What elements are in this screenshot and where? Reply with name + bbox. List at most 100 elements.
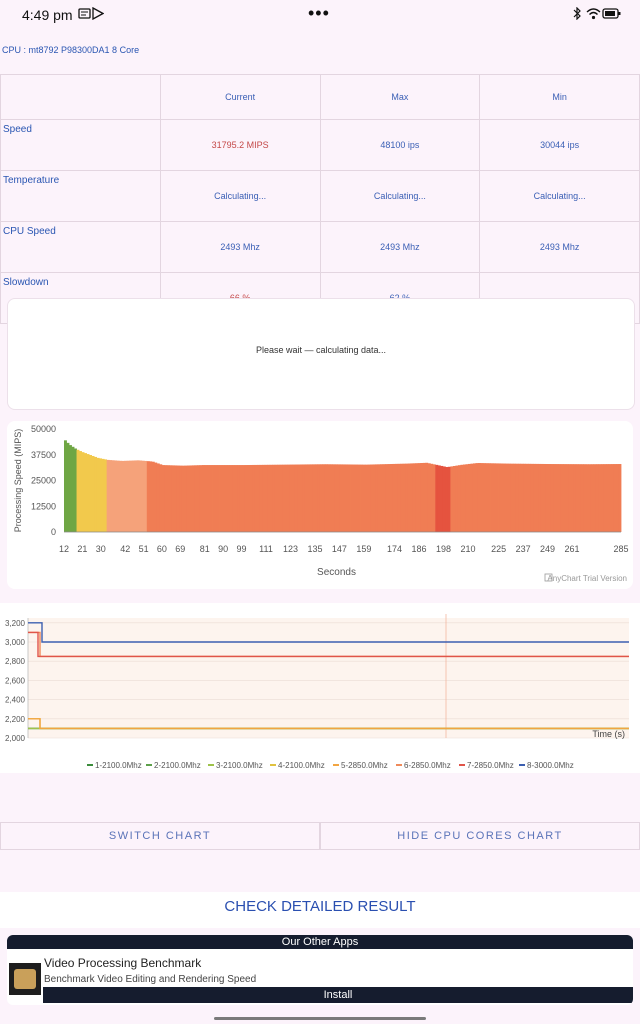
speed-bar	[618, 464, 622, 532]
cpu-speed-current: 2493 Mhz	[159, 221, 321, 273]
speed-bar	[355, 464, 358, 532]
ad-banner[interactable]: Our Other Apps Video Processing Benchmar…	[7, 935, 633, 1005]
speed-bar	[500, 463, 504, 532]
speed-bar	[277, 464, 281, 532]
x-tick-label: 99	[236, 544, 246, 554]
legend-item: 5-2850.0Mhz	[333, 761, 388, 770]
speed-bar	[199, 465, 203, 532]
legend-item: 7-2850.0Mhz	[459, 761, 514, 770]
speed-bar	[274, 464, 278, 532]
header-min: Min	[479, 74, 640, 120]
speed-bar	[84, 453, 87, 532]
status-time: 4:49 pm	[22, 7, 73, 23]
speed-bar	[287, 464, 291, 532]
speed-bar	[66, 442, 70, 532]
y-tick-label: 12500	[31, 501, 56, 511]
speed-bar	[294, 464, 298, 532]
speed-bar	[563, 464, 567, 532]
speed-bar	[425, 462, 429, 532]
x-tick-label: 174	[387, 544, 402, 554]
x-tick-label: 135	[307, 544, 322, 554]
cpu-cores-chart: 3,200 3,000 2,800 2,600 2,400 2,200 2,000 Time …	[0, 603, 640, 773]
speed-bar	[615, 464, 619, 532]
speed-bar	[339, 464, 343, 532]
speed-bar	[186, 465, 190, 532]
speed-bar	[282, 464, 286, 532]
speed-bar	[109, 460, 113, 532]
speed-bar	[387, 464, 391, 532]
check-detailed-result-button[interactable]: CHECK DETAILED RESULT	[0, 892, 640, 928]
speed-bar	[337, 464, 341, 532]
more-dots-icon[interactable]: •••	[308, 3, 330, 24]
temperature-max: Calculating...	[319, 170, 481, 222]
install-button[interactable]: Install	[43, 987, 633, 1003]
speed-bar	[154, 462, 158, 532]
speed-bar	[119, 460, 123, 532]
speed-bar	[452, 465, 456, 532]
hide-cpu-cores-chart-button[interactable]: HIDE CPU CORES CHART	[320, 822, 640, 850]
speed-bar	[583, 464, 587, 532]
speed-bar	[490, 463, 494, 532]
speed-bar	[455, 465, 459, 532]
speed-bar	[309, 464, 313, 532]
speed-bar	[174, 465, 178, 532]
y-tick-label: 2,400	[5, 696, 26, 705]
x-tick-label: 69	[175, 544, 185, 554]
speed-bar	[207, 465, 210, 532]
speed-bar	[297, 464, 301, 532]
speed-current: 31795.2 MIPS	[159, 119, 321, 171]
bluetooth-icon	[572, 6, 582, 23]
speed-bar	[312, 464, 316, 532]
speed-bar	[573, 464, 577, 532]
header-cell	[0, 74, 161, 120]
speed-bar	[560, 464, 564, 532]
speed-bar	[269, 464, 273, 532]
speed-bar	[194, 465, 198, 532]
speed-bar	[196, 465, 200, 532]
battery-icon	[602, 7, 621, 23]
speed-bar	[513, 463, 517, 532]
speed-bar	[390, 463, 394, 532]
speed-bar	[214, 465, 218, 532]
speed-bar	[149, 461, 153, 532]
speed-bar	[498, 463, 501, 532]
wait-message: Please wait — calculating data...	[255, 345, 387, 355]
legend-label: 6-2850.0Mhz	[404, 761, 451, 770]
processing-speed-svg: 50000 37500 25000 12500 0 Processing Speed (M…	[13, 424, 629, 583]
speed-bar	[126, 460, 130, 532]
speed-bar	[267, 464, 271, 532]
speed-bar	[247, 465, 251, 532]
switch-chart-button[interactable]: SWITCH CHART	[0, 822, 320, 850]
speed-bar	[334, 464, 338, 532]
y-tick-label: 2,200	[5, 715, 26, 724]
chart-credit: AnyChart Trial Version	[547, 574, 627, 583]
cpu-cores-svg: 3,200 3,000 2,800 2,600 2,400 2,200 2,000 Time …	[5, 614, 629, 770]
speed-bar	[608, 464, 612, 532]
table-row: CPU Speed 2493 Mhz 2493 Mhz 2493 Mhz	[0, 221, 640, 273]
x-tick-label: 147	[332, 544, 347, 554]
speed-bar	[505, 463, 509, 532]
speed-bar	[420, 463, 424, 532]
legend-item: 1-2100.0Mhz	[87, 761, 142, 770]
speed-bar	[139, 460, 143, 532]
speed-bar	[307, 464, 311, 532]
speed-bar	[116, 460, 120, 532]
speed-bar	[289, 464, 293, 532]
stats-table: Current Max Min Speed 31795.2 MIPS 48100…	[0, 74, 640, 324]
speed-bar	[204, 465, 208, 532]
speed-bar	[605, 464, 609, 532]
speed-bar	[590, 464, 594, 532]
speed-bar	[74, 448, 77, 532]
speed-bar	[99, 458, 103, 532]
ad-title[interactable]: Video Processing Benchmark	[44, 956, 201, 970]
speed-bar	[342, 464, 346, 532]
speed-bar	[402, 463, 406, 532]
speed-bar	[166, 465, 170, 532]
speed-bar	[129, 460, 133, 532]
speed-bar	[427, 463, 431, 532]
x-tick-label: 186	[411, 544, 426, 554]
speed-bar	[477, 463, 481, 532]
speed-bar	[377, 464, 381, 532]
header-max: Max	[319, 74, 481, 120]
speed-bar	[480, 463, 484, 532]
